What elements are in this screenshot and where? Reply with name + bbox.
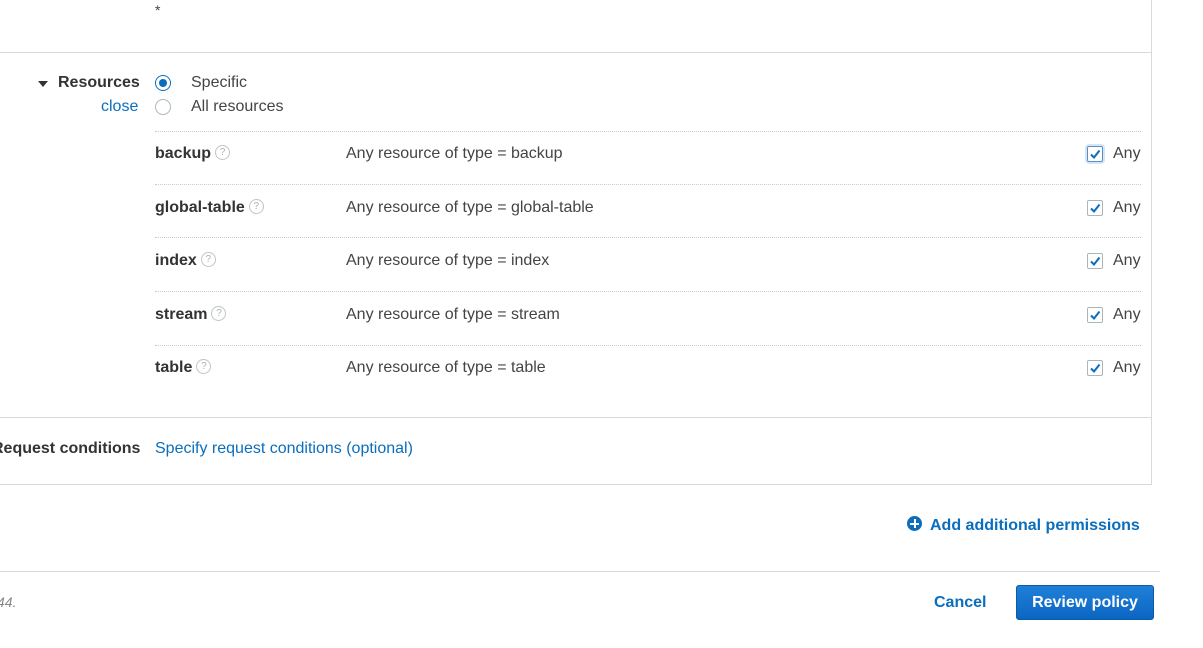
resources-close-link[interactable]: close: [101, 98, 138, 116]
resource-name: stream: [155, 306, 208, 323]
resource-description: Any resource of type = backup: [346, 145, 563, 162]
footer-divider: [0, 571, 1160, 572]
checkmark-icon: [1090, 256, 1101, 267]
plus-circle-icon: [907, 516, 922, 532]
section-divider: [0, 417, 1152, 418]
radio-specific[interactable]: [155, 75, 171, 91]
any-label[interactable]: Any: [1113, 359, 1141, 377]
request-conditions-label: Request conditions: [0, 440, 141, 457]
resource-name: index: [155, 252, 197, 269]
add-additional-permissions-button[interactable]: Add additional permissions: [907, 516, 1140, 535]
permissions-panel: [0, 0, 1152, 485]
radio-all-resources[interactable]: [155, 99, 171, 115]
resource-row-index: index?: [155, 252, 216, 270]
review-policy-button[interactable]: Review policy: [1016, 585, 1154, 620]
resource-row-global-table: global-table?: [155, 199, 264, 217]
resource-row-stream: stream?: [155, 306, 227, 324]
help-icon[interactable]: ?: [200, 252, 216, 268]
radio-all-resources-label[interactable]: All resources: [191, 98, 283, 116]
row-divider: [155, 237, 1141, 238]
any-checkbox-stream[interactable]: [1087, 307, 1103, 323]
resource-name: backup: [155, 145, 212, 162]
row-divider: [155, 345, 1141, 346]
any-label[interactable]: Any: [1113, 306, 1141, 324]
specify-request-conditions-link[interactable]: Specify request conditions (optional): [155, 440, 413, 458]
caret-down-icon[interactable]: [38, 81, 48, 87]
row-divider: [155, 131, 1141, 132]
resource-name: global-table: [155, 199, 245, 216]
checkmark-icon: [1090, 203, 1101, 214]
any-checkbox-index[interactable]: [1087, 253, 1103, 269]
add-additional-permissions-label: Add additional permissions: [930, 517, 1140, 534]
checkmark-icon: [1090, 310, 1101, 321]
any-label[interactable]: Any: [1113, 199, 1141, 217]
resource-description: Any resource of type = global-table: [346, 199, 594, 216]
resource-description: Any resource of type = stream: [346, 306, 560, 323]
any-label[interactable]: Any: [1113, 252, 1141, 270]
any-label[interactable]: Any: [1113, 145, 1141, 163]
help-icon[interactable]: ?: [211, 306, 227, 322]
section-divider: [0, 52, 1152, 53]
radio-specific-label[interactable]: Specific: [191, 74, 247, 92]
any-checkbox-backup[interactable]: [1087, 146, 1103, 162]
resource-row-backup: backup?: [155, 145, 231, 163]
resource-description: Any resource of type = table: [346, 359, 546, 376]
row-divider: [155, 291, 1141, 292]
checkmark-icon: [1090, 149, 1101, 160]
cancel-button[interactable]: Cancel: [934, 594, 986, 612]
row-divider: [155, 184, 1141, 185]
any-checkbox-table[interactable]: [1087, 360, 1103, 376]
footer-note: 44.: [0, 594, 17, 610]
resource-name: table: [155, 359, 193, 376]
resources-label[interactable]: Resources: [58, 74, 140, 92]
asterisk: *: [155, 2, 161, 18]
checkmark-icon: [1090, 363, 1101, 374]
resource-description: Any resource of type = index: [346, 252, 550, 269]
any-checkbox-global-table[interactable]: [1087, 200, 1103, 216]
resource-row-table: table?: [155, 359, 212, 377]
help-icon[interactable]: ?: [196, 359, 212, 375]
help-icon[interactable]: ?: [215, 145, 231, 161]
help-icon[interactable]: ?: [248, 199, 264, 215]
